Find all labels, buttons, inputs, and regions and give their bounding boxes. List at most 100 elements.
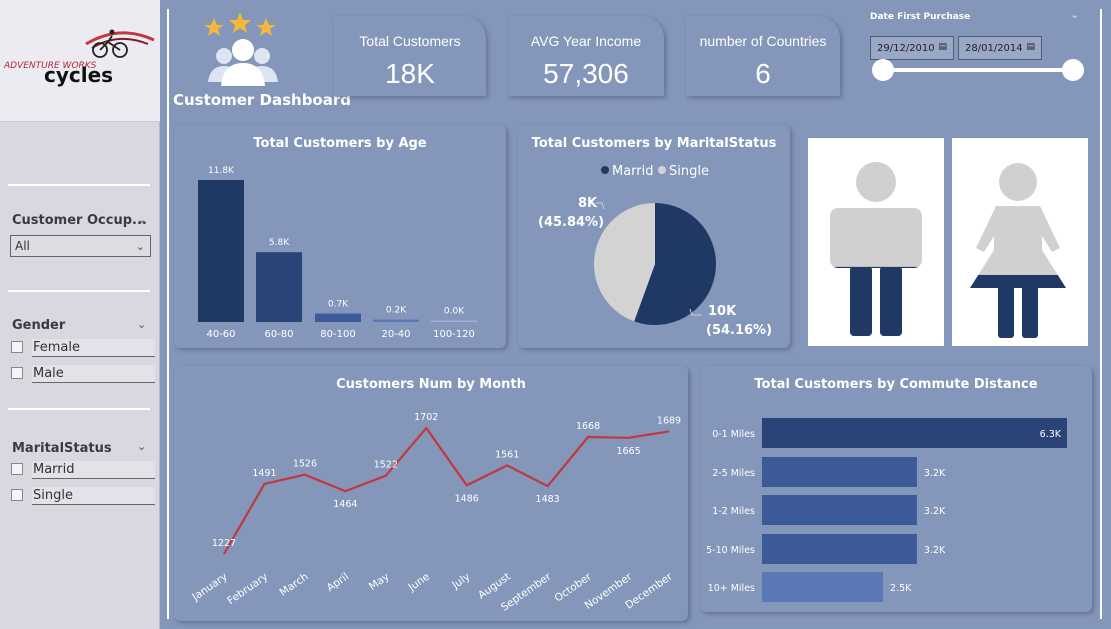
x-tick-label: 100-120 (433, 329, 475, 340)
bar-80-100 (315, 313, 361, 322)
date-range-end-handle[interactable] (1062, 59, 1084, 81)
legend-marker-marrid (601, 166, 609, 174)
checkbox[interactable] (11, 367, 23, 379)
data-label: 1491 (252, 468, 276, 479)
marital-option-single[interactable]: Single (11, 487, 155, 505)
chevron-down-icon[interactable]: ⌄ (137, 213, 146, 226)
checkbox[interactable] (11, 463, 23, 475)
end-date-input[interactable]: 28/01/2014 ▤ (958, 36, 1042, 60)
option-label: Female (32, 339, 155, 357)
slice-pct-label: (54.16%) (706, 323, 772, 338)
legend-label: Single (669, 164, 709, 179)
data-label: 1522 (374, 460, 398, 471)
y-tick-label: 0-1 Miles (712, 429, 755, 440)
occupation-dropdown[interactable]: All ⌄ (10, 235, 151, 257)
age-chart-card: Total Customers by Age 11.8K 40-60 5.8K 60-… (174, 125, 506, 348)
kpi-value: 18K (385, 58, 435, 89)
bar-40-60 (198, 180, 244, 322)
data-label: 1486 (455, 493, 479, 504)
calendar-icon[interactable]: ▤ (938, 42, 947, 52)
data-label: 1689 (657, 415, 681, 426)
start-date-input[interactable]: 29/12/2010 ▤ (870, 36, 954, 60)
male-pictogram-card (808, 138, 944, 346)
bar-value-label: 2.5K (890, 583, 912, 594)
data-label: 1561 (495, 449, 519, 460)
y-tick-label: 5-10 Miles (706, 545, 755, 556)
occupation-slicer-title: Customer Occup... (12, 213, 147, 228)
chevron-down-icon[interactable]: ⌄ (137, 318, 146, 331)
bar-1-2 Miles (762, 495, 917, 525)
data-label: 1702 (414, 412, 438, 423)
checkbox[interactable] (11, 489, 23, 501)
x-tick-label: April (325, 571, 352, 595)
x-tick-label: January (189, 571, 229, 604)
commute-chart-card: Total Customers by Commute Distance 0-1 … (700, 366, 1092, 612)
bar-value-label: 3.2K (924, 545, 946, 556)
bar-value-label: 5.8K (269, 238, 290, 248)
marital-slicer-title: MaritalStatus (12, 441, 112, 456)
gender-slicer-title: Gender (12, 318, 66, 333)
data-label: 1665 (616, 446, 640, 457)
gender-option-male[interactable]: Male (11, 365, 155, 383)
kpi-value: 57,306 (543, 58, 629, 89)
divider (8, 290, 150, 292)
divider (8, 184, 150, 186)
data-label: 1668 (576, 421, 600, 432)
marital-option-marrid[interactable]: Marrid (11, 461, 155, 479)
legend-label: Marrid (612, 164, 654, 179)
x-tick-label: February (225, 571, 270, 608)
kpi-value: 6 (755, 58, 771, 89)
chevron-down-icon: ⌄ (135, 240, 145, 253)
customers-stars-icon (204, 12, 278, 86)
calendar-icon[interactable]: ▤ (1026, 42, 1035, 52)
bar-60-80 (256, 252, 302, 322)
chevron-down-icon[interactable]: ⌄ (137, 440, 146, 453)
page-title: Customer Dashboard (173, 91, 351, 109)
x-tick-label: March (278, 571, 311, 599)
kpi-title: AVG Year Income (530, 33, 642, 49)
date-range-start-handle[interactable] (872, 59, 894, 81)
bar-value-label: 0.0K (444, 307, 465, 317)
option-label: Male (32, 365, 155, 383)
series-line (223, 426, 670, 555)
occupation-selected: All (15, 239, 30, 253)
bar-value-label: 3.2K (924, 506, 946, 517)
slice-value-label: 8K (578, 196, 598, 211)
data-label: 1464 (333, 499, 357, 510)
bar-5-10 Miles (762, 534, 917, 564)
kpi-card-total-customers: Total Customers 18K (334, 16, 486, 96)
gender-option-female[interactable]: Female (11, 339, 155, 357)
legend-marker-single (658, 166, 666, 174)
bar-10+ Miles (762, 572, 884, 602)
data-label: 1483 (536, 494, 560, 505)
option-label: Single (32, 487, 155, 505)
commute-bar-chart: 0-1 Miles 6.3K 2-5 Miles 3.2K 1-2 Miles 3.2K 5… (706, 418, 1067, 602)
chevron-down-icon[interactable]: ⌄ (1070, 8, 1079, 21)
bar-100-120 (431, 320, 477, 322)
date-slicer-label: Date First Purchase (870, 12, 971, 22)
leader-line (596, 202, 605, 210)
data-label: 1526 (293, 459, 317, 470)
date-range-track (882, 68, 1074, 72)
x-tick-label: May (367, 571, 392, 593)
y-tick-label: 2-5 Miles (712, 468, 755, 479)
x-tick-label: July (449, 571, 472, 592)
x-tick-label: 20-40 (381, 329, 410, 340)
adventure-works-logo: ADVENTURE WORKS cycles (3, 29, 155, 87)
slice-value-label: 10K (708, 304, 737, 319)
filter-sidebar: ADVENTURE WORKS cycles Customer Occup...… (0, 0, 160, 629)
logo-area: ADVENTURE WORKS cycles (0, 0, 160, 122)
y-tick-label: 10+ Miles (708, 583, 755, 594)
kpi-card-avg-income: AVG Year Income 57,306 (508, 16, 664, 96)
marital-chart-card: Total Customers by MaritalStatus Marrid S… (518, 125, 790, 348)
bar-20-40 (373, 319, 419, 322)
female-figure-icon (970, 163, 1066, 338)
kpi-title: Total Customers (359, 33, 461, 49)
date-slicer: Date First Purchase ⌄ 29/12/2010 ▤ 28/01… (866, 8, 1086, 98)
checkbox[interactable] (11, 341, 23, 353)
age-bar-chart: 11.8K 40-60 5.8K 60-80 0.7K 80-100 0.2K 20-40 0.… (198, 166, 477, 340)
male-figure-icon (830, 162, 922, 336)
start-date-value: 29/12/2010 (877, 43, 935, 54)
divider (8, 408, 150, 410)
kpi-card-countries: number of Countries 6 (686, 16, 840, 96)
